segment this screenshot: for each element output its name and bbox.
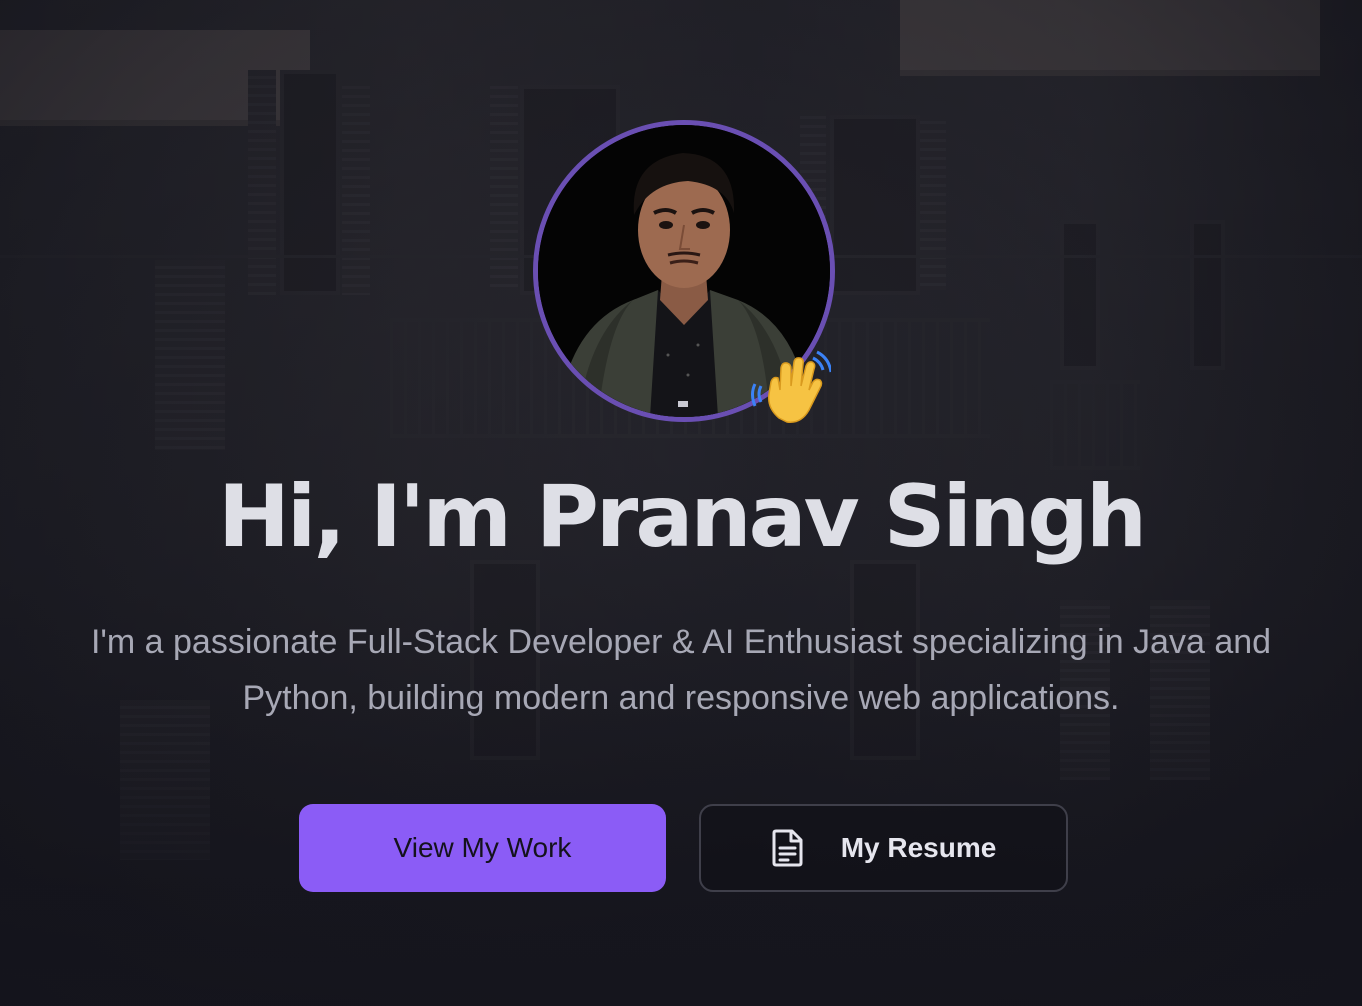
view-my-work-label: View My Work [393,832,572,863]
my-resume-label: My Resume [840,832,997,863]
document-icon [771,829,805,867]
background-fade [0,686,1362,1006]
my-resume-button[interactable]: My Resume [699,804,1068,892]
hero-description-line-1: I'm a passionate Full-Stack Developer & … [90,623,1272,661]
waving-hand-icon [751,348,833,428]
hero-description-line-2: Python, building modern and responsive w… [242,679,1120,717]
hero-description: I'm a passionate Full-Stack Developer & … [10,614,1352,726]
avatar-container [533,120,835,423]
page-title: Hi, I'm Pranav Singh [217,467,1147,567]
view-my-work-button[interactable]: View My Work [299,804,666,892]
hero-section: Hi, I'm Pranav Singh I'm a passionate Fu… [0,0,1362,1006]
